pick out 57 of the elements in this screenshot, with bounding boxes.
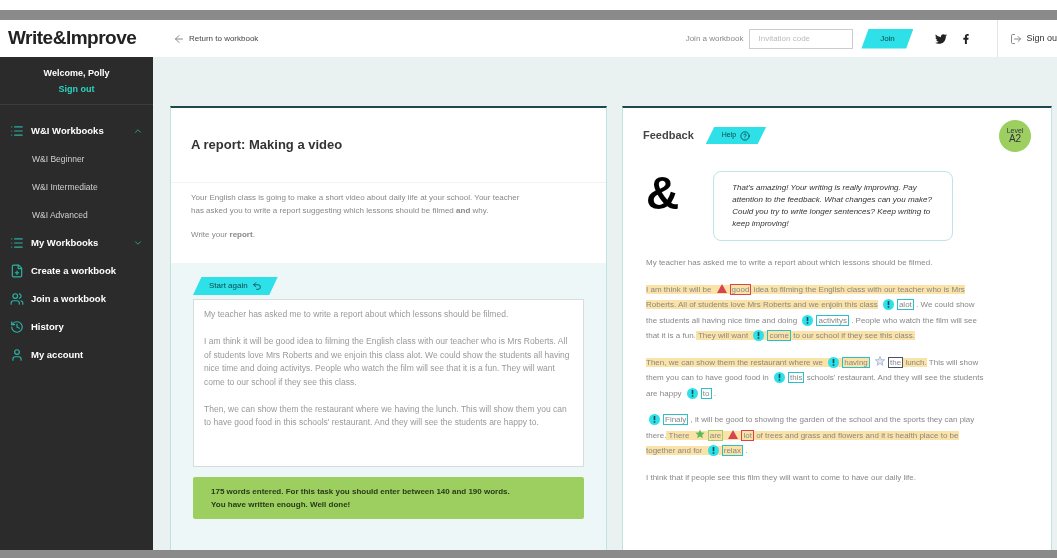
- sidebar-item[interactable]: Create a workbook: [0, 257, 153, 285]
- sidebar-item[interactable]: History: [0, 313, 153, 341]
- feedback-paragraph: Then, we can show them the restaurant where we having the lunch. This will show them you can to have good food in this schools' restaurant. And they will see the students are happy to .: [646, 354, 985, 401]
- chevron-down-icon: [133, 238, 143, 248]
- sidebar-item[interactable]: Join a workbook: [0, 285, 153, 313]
- undo-icon: [251, 281, 262, 291]
- feedback-paragraph: My teacher has asked me to write a report about which lessons should be filmed.: [646, 257, 934, 269]
- info-icon[interactable]: [774, 372, 785, 383]
- info-icon[interactable]: [882, 299, 894, 310]
- feedback-title: Feedback: [643, 128, 694, 144]
- star-icon[interactable]: [694, 428, 705, 439]
- users-icon: [10, 292, 24, 306]
- join-label: Join a workbook: [685, 32, 744, 45]
- help-icon: [740, 130, 751, 141]
- history-icon: [10, 320, 24, 334]
- feedback-paragraph: I am think it will be good idea to filming the English class with our teacher who is Mrs Roberts. All of students love Mrs Roberts and we enjoin this class alot . We could show the students all having nice time and doing activitys . People who watch the film will see that it is a fun. They will want come to our school if they see this class.: [646, 282, 978, 343]
- info-icon[interactable]: [649, 414, 660, 425]
- start-again-button[interactable]: Start again: [193, 277, 278, 295]
- task-title: A report: Making a video: [191, 136, 343, 155]
- info-icon[interactable]: [753, 330, 765, 341]
- word-count-message: 175 words entered. For this task you should enter between 140 and 190 words. You have written enough. Well done!: [211, 486, 511, 511]
- ampersand-logo: &: [646, 171, 680, 215]
- file-plus-icon: [10, 264, 24, 278]
- task-instruction: Write your report.: [191, 229, 256, 241]
- feedback-message: That's amazing! Your writing is really improving. Pay attention to the feedback. What changes can you make? Could you try to write longer sentences? Keep writing to keep improving!: [732, 182, 933, 230]
- sign-out-link[interactable]: Sign ou: [1010, 31, 1057, 46]
- log-out-icon: [1010, 32, 1023, 45]
- return-link[interactable]: Return to workbook: [173, 32, 259, 45]
- list-icon: [10, 124, 24, 138]
- warning-triangle-icon: [728, 429, 739, 439]
- user-icon: [10, 348, 24, 362]
- feedback-paragraph: I think that if people see this film they will want to come to have our daily life.: [646, 471, 917, 484]
- facebook-icon[interactable]: [961, 33, 972, 44]
- app-logo[interactable]: Write&Improve: [8, 24, 173, 53]
- invitation-code-field[interactable]: Invitation code: [749, 28, 854, 49]
- sidebar-item[interactable]: W&I Workbooks: [0, 117, 153, 145]
- task-prompt: Your English class is going to make a short video about daily life at your school. Your teacher has asked you to write a report suggesting which lessons should be filmed and why.: [191, 192, 521, 217]
- level-value: A2: [1008, 134, 1022, 144]
- info-icon[interactable]: [802, 314, 814, 326]
- sidebar-subitem[interactable]: W&I Beginner: [0, 145, 153, 173]
- info-icon[interactable]: [686, 387, 698, 399]
- star-icon[interactable]: [875, 355, 886, 366]
- sidebar-item[interactable]: My Workbooks: [0, 229, 153, 257]
- list-icon: [10, 236, 24, 250]
- feedback-paragraph: Finaly , it will be good to showing the garden of the school and the sports they can play there. There are lot of trees and grass and flowers and it is health place to be together and for relax .: [646, 413, 976, 458]
- join-button[interactable]: Join: [861, 28, 914, 49]
- sidebar-subitem[interactable]: W&I Advanced: [0, 201, 153, 229]
- chevron-up-icon: [133, 126, 143, 136]
- arrow-left-icon: [173, 32, 185, 45]
- sidebar-sign-out-link[interactable]: Sign out: [58, 82, 95, 96]
- sidebar-item[interactable]: My account: [0, 341, 153, 369]
- sidebar-subitem[interactable]: W&I Intermediate: [0, 173, 153, 201]
- warning-triangle-icon: [716, 283, 727, 293]
- twitter-icon[interactable]: [935, 32, 948, 45]
- info-icon[interactable]: [707, 445, 719, 456]
- info-icon[interactable]: [828, 356, 840, 368]
- welcome-text: Welcome, Polly: [43, 67, 110, 80]
